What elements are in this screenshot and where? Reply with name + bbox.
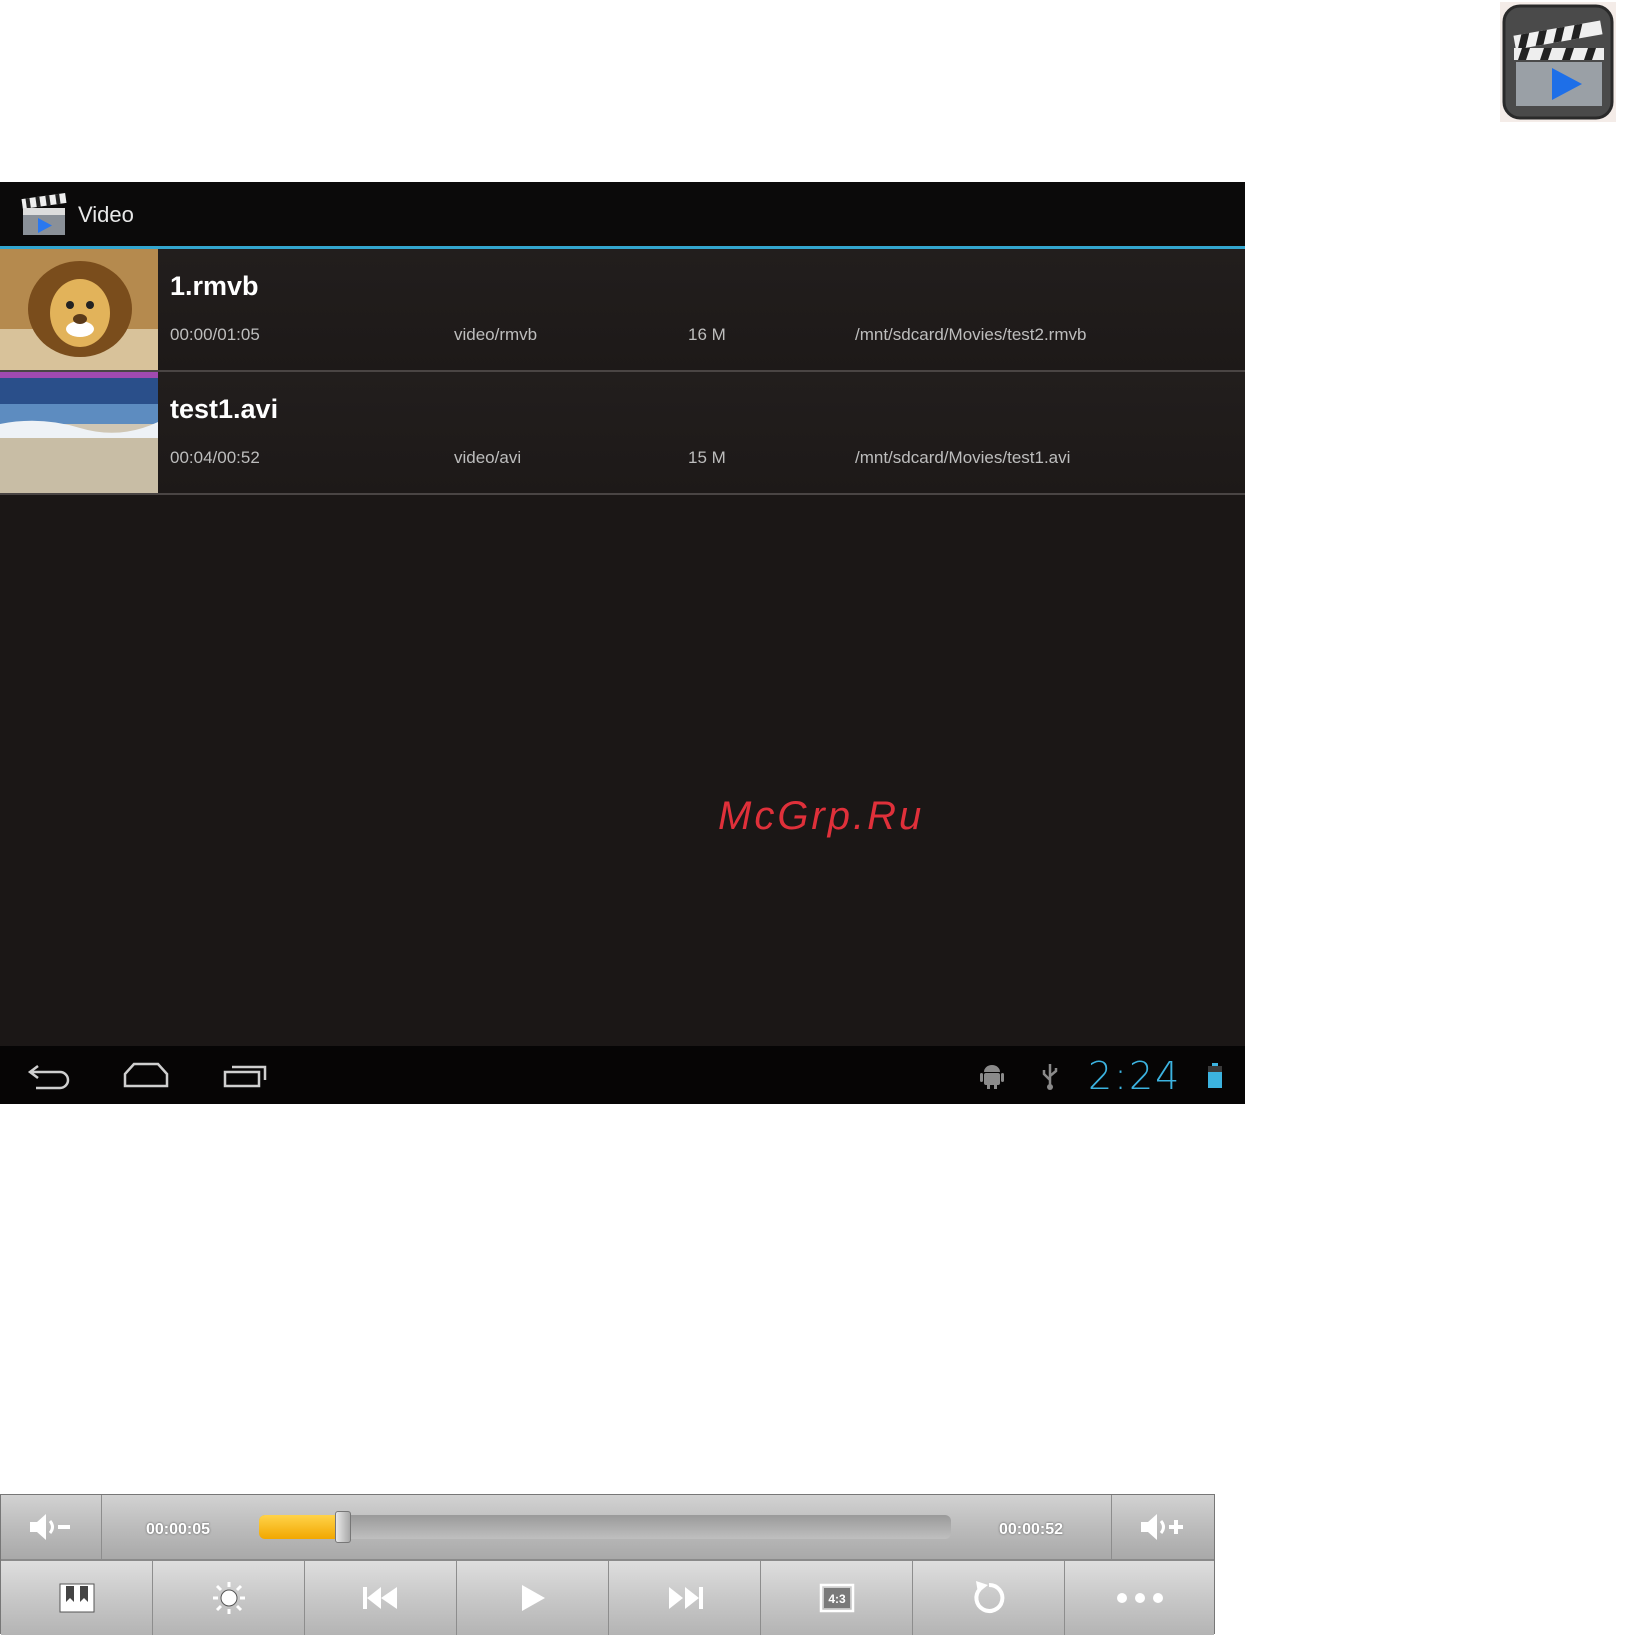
- skip-next-icon: [668, 1587, 703, 1609]
- volume-up-icon: [1141, 1514, 1183, 1540]
- repeat-button[interactable]: [913, 1561, 1064, 1635]
- action-bar: Video: [0, 182, 1245, 249]
- battery-icon: [1206, 1062, 1224, 1095]
- watermark: McGrp.Ru: [718, 794, 925, 838]
- brightness-button[interactable]: [153, 1561, 304, 1635]
- seek-bar-fill: [259, 1515, 343, 1539]
- video-thumbnail: [0, 249, 158, 370]
- previous-button[interactable]: [305, 1561, 456, 1635]
- bookmark-button[interactable]: [1, 1561, 152, 1635]
- seek-row: 00:00:05 00:00:52: [1, 1495, 1214, 1559]
- brightness-icon: [212, 1582, 245, 1614]
- video-list: 1.rmvb 00:00/01:05 video/rmvb 16 M /mnt/…: [0, 249, 1245, 495]
- seek-handle[interactable]: [335, 1511, 352, 1543]
- file-path: /mnt/sdcard/Movies/test1.avi: [855, 448, 1071, 467]
- elapsed-time: 00:00:05: [146, 1521, 211, 1538]
- file-progress: 00:00/01:05: [170, 325, 260, 344]
- total-duration: 00:00:52: [999, 1521, 1064, 1538]
- back-icon[interactable]: [26, 1060, 72, 1095]
- file-path: /mnt/sdcard/Movies/test2.rmvb: [855, 325, 1087, 344]
- file-progress: 00:04/00:52: [170, 448, 260, 467]
- file-type: video/rmvb: [454, 325, 538, 344]
- divider: [101, 1495, 102, 1559]
- play-icon: [521, 1585, 545, 1611]
- volume-down-button[interactable]: [1, 1495, 101, 1559]
- volume-down-icon: [30, 1514, 70, 1540]
- play-button[interactable]: [457, 1561, 608, 1635]
- home-icon[interactable]: [122, 1060, 170, 1095]
- android-debug-icon: [978, 1062, 1006, 1095]
- list-item[interactable]: test1.avi 00:04/00:52 video/avi 15 M /mn…: [0, 372, 1245, 495]
- more-icon: [1116, 1593, 1163, 1603]
- repeat-icon: [973, 1581, 1004, 1613]
- aspect-ratio-label: 4:3: [828, 1592, 846, 1606]
- volume-up-button[interactable]: [1112, 1495, 1214, 1559]
- list-item[interactable]: 1.rmvb 00:00/01:05 video/rmvb 16 M /mnt/…: [0, 249, 1245, 372]
- control-buttons-row: 4:3: [1, 1559, 1214, 1635]
- next-button[interactable]: [609, 1561, 760, 1635]
- aspect-ratio-button[interactable]: 4:3: [761, 1561, 912, 1635]
- file-size: 16 M: [688, 325, 726, 344]
- aspect-ratio-icon: 4:3: [819, 1583, 854, 1613]
- skip-previous-icon: [362, 1587, 397, 1609]
- file-size: 15 M: [688, 448, 726, 467]
- seek-bar[interactable]: [259, 1511, 951, 1543]
- more-options-button[interactable]: [1065, 1561, 1214, 1635]
- video-list-screen: Video 1.rmvb 00:00/01:05 video/rmvb 16 M…: [0, 182, 1245, 1104]
- video-player-icon: [1500, 2, 1616, 122]
- file-type: video/avi: [454, 448, 522, 467]
- app-title: Video: [78, 202, 134, 227]
- player-controls: 00:00:05 00:00:52 4:3: [0, 1494, 1215, 1635]
- file-name: 1.rmvb: [170, 271, 259, 301]
- video-thumbnail: [0, 372, 158, 493]
- bookmark-icon: [59, 1583, 94, 1613]
- file-name: test1.avi: [170, 394, 279, 424]
- status-clock: 2:24: [1088, 1054, 1182, 1098]
- system-nav-bar: 2:24: [0, 1046, 1245, 1104]
- usb-icon: [1040, 1062, 1060, 1095]
- clapperboard-icon: [20, 190, 68, 243]
- recent-apps-icon[interactable]: [222, 1060, 268, 1095]
